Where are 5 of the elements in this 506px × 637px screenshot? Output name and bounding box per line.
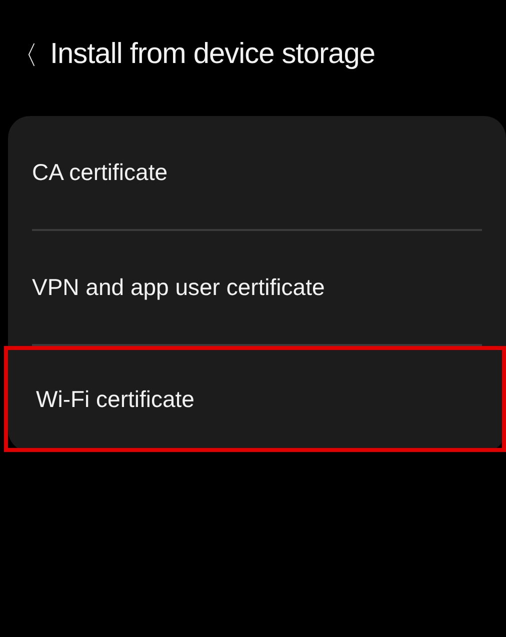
list-item[interactable]: CA certificate (8, 116, 506, 229)
list-item[interactable]: VPN and app user certificate (8, 231, 506, 344)
list-item[interactable]: Wi-Fi certificate (4, 346, 506, 452)
back-button[interactable]: 〈 (12, 42, 38, 68)
page-title: Install from device storage (50, 37, 375, 72)
